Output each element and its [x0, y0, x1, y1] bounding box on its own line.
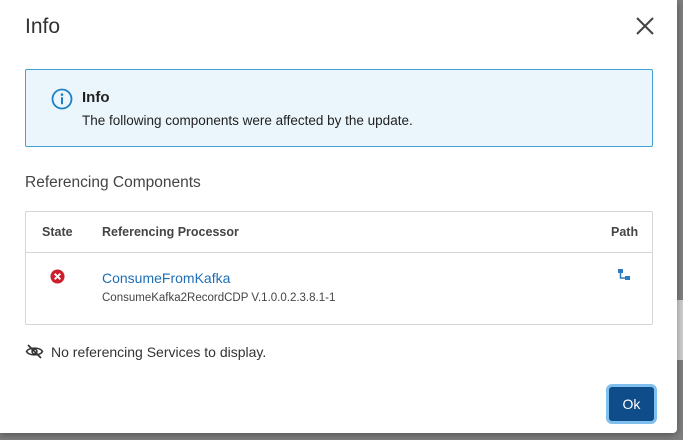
- close-icon: [636, 17, 654, 35]
- processor-link[interactable]: ConsumeFromKafka: [102, 270, 230, 286]
- referencing-components-heading: Referencing Components: [25, 174, 201, 191]
- referencing-components-table: State Referencing Processor Path Consume…: [25, 211, 653, 325]
- error-circle-icon: [50, 269, 65, 284]
- table-header: State Referencing Processor Path: [26, 212, 652, 253]
- info-circle-icon: [51, 88, 73, 110]
- column-header-processor: Referencing Processor: [102, 225, 239, 239]
- ok-button[interactable]: Ok: [609, 387, 654, 421]
- column-header-path: Path: [611, 225, 639, 239]
- go-to-path-icon[interactable]: [617, 268, 631, 282]
- processor-type: ConsumeKafka2RecordCDP V.1.0.0.2.3.8.1-1: [102, 292, 336, 304]
- close-button[interactable]: [631, 12, 659, 40]
- eye-slash-icon: [25, 344, 44, 359]
- column-header-state: State: [42, 225, 73, 239]
- no-services-text: No referencing Services to display.: [51, 344, 267, 360]
- info-alert: Info The following components were affec…: [25, 69, 653, 147]
- dialog-title: Info: [25, 15, 61, 38]
- background-panel-edge: [677, 300, 683, 360]
- info-alert-title: Info: [82, 89, 110, 106]
- info-dialog: Info Info The following components were …: [0, 0, 677, 433]
- info-alert-message: The following components were affected b…: [82, 113, 413, 128]
